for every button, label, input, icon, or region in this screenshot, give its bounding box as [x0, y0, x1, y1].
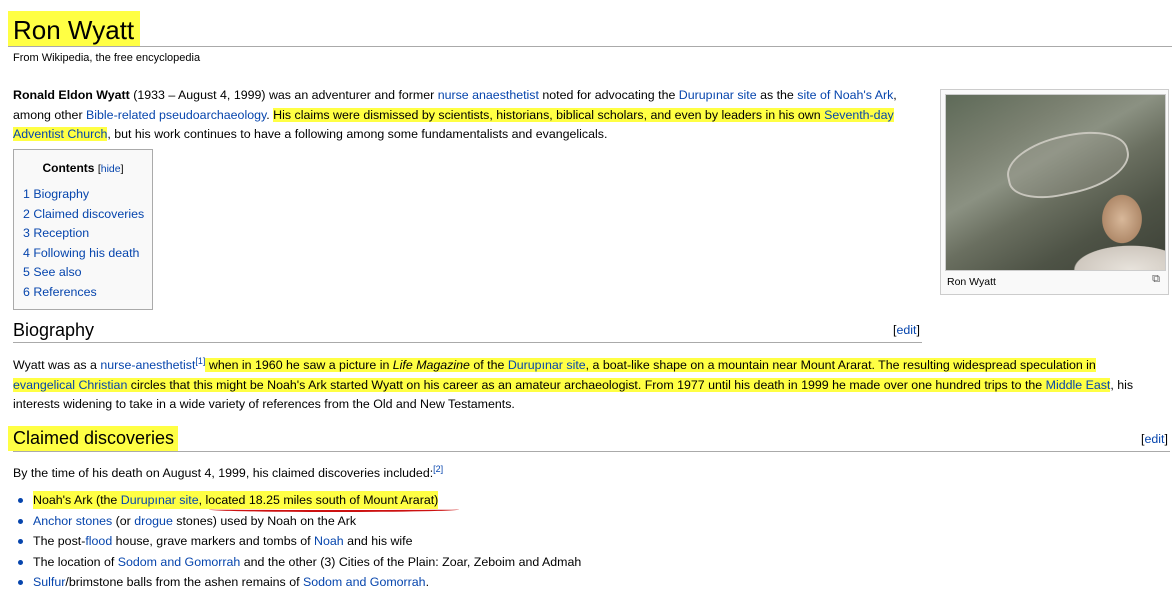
item-text: house, grave markers and tombs of: [112, 534, 315, 548]
toc-item-reception[interactable]: 3 Reception: [23, 226, 89, 240]
item-text: and his wife: [343, 534, 413, 548]
highlighted-text: circles that this might be Noah's Ark st…: [127, 377, 1046, 392]
toc-list: 1 Biography 2 Claimed discoveries 3 Rece…: [23, 185, 152, 302]
list-item: Sulfur/brimstone balls from the ashen re…: [13, 572, 581, 593]
toc-item-following-his-death[interactable]: 4 Following his death: [23, 246, 139, 260]
toc-item-see-also[interactable]: 5 See also: [23, 265, 82, 279]
link-pseudoarchaeology[interactable]: Bible-related pseudoarchaeology: [86, 108, 266, 122]
link-sulfur[interactable]: Sulfur: [33, 575, 65, 589]
highlighted-text: of the: [469, 358, 508, 372]
toc-hide-link[interactable]: hide: [101, 163, 121, 175]
lead-name: Ronald Eldon Wyatt: [13, 88, 130, 102]
item-text: and the other (3) Cities of the Plain: Z…: [240, 554, 582, 569]
link-sodom-and-gomorrah[interactable]: Sodom and Gomorrah: [118, 555, 241, 569]
link-durupinar-site-2[interactable]: Durupınar site: [507, 358, 586, 372]
link-evangelical-christian[interactable]: evangelical Christian: [13, 377, 128, 392]
link-durupinar-site-3[interactable]: Durupınar site: [121, 493, 199, 507]
ron-wyatt-photo[interactable]: [945, 94, 1166, 271]
red-underline-annotation: [209, 507, 459, 512]
item-text: /brimstone balls from the ashen remains …: [65, 575, 303, 589]
lead-text: , but his work continues to have a follo…: [107, 127, 608, 141]
link-flood[interactable]: flood: [85, 534, 112, 548]
thumbnail-caption: Ron Wyatt: [947, 276, 996, 288]
item-text: The post-: [33, 534, 86, 548]
life-magazine: Life Magazine: [392, 358, 470, 372]
toc-item-references[interactable]: 6 References: [23, 285, 97, 299]
biography-paragraph: Wyatt was as a nurse-anesthetist[1] when…: [13, 356, 1158, 415]
toc-title: Contents: [42, 161, 95, 175]
table-of-contents: Contents [hide] 1 Biography 2 Claimed di…: [13, 149, 153, 310]
link-drogue[interactable]: drogue: [134, 514, 173, 528]
list-item: The post-flood house, grave markers and …: [13, 531, 581, 552]
item-text: Noah's Ark (the: [33, 493, 121, 507]
edit-claimed-link[interactable]: edit: [1144, 432, 1164, 446]
link-anchor-stones[interactable]: Anchor stones: [33, 514, 112, 528]
claimed-divider: [13, 451, 1170, 452]
page-title: Ron Wyatt: [13, 15, 135, 45]
boat-formation-shape: [1001, 122, 1135, 207]
page-title-highlight: Ron Wyatt: [8, 11, 141, 47]
ref-2[interactable]: [2]: [433, 464, 443, 474]
infobox-thumbnail: Ron Wyatt ⧉: [940, 89, 1169, 295]
toc-item-claimed-discoveries[interactable]: 2 Claimed discoveries: [23, 207, 144, 221]
item-text: (or: [112, 513, 135, 528]
highlighted-text: , a boat-like shape on a mountain near M…: [585, 358, 1096, 372]
link-middle-east[interactable]: Middle East: [1045, 377, 1111, 392]
item-text: , located 18.25 miles south of Mount Ara…: [198, 493, 439, 507]
list-item: Anchor stones (or drogue stones) used by…: [13, 511, 581, 532]
edit-biography-link[interactable]: edit: [896, 323, 916, 337]
discoveries-list: Noah's Ark (the Durupınar site, located …: [13, 490, 581, 593]
toc-item-biography[interactable]: 1 Biography: [23, 187, 89, 201]
claimed-intro: By the time of his death on August 4, 19…: [13, 464, 443, 484]
title-divider: [8, 46, 1172, 47]
biography-divider: [13, 342, 922, 343]
list-item: The location of Sodom and Gomorrah and t…: [13, 552, 581, 573]
lead-text: noted for advocating the: [538, 88, 679, 102]
claimed-intro-text: By the time of his death on August 4, 19…: [13, 466, 434, 480]
magnify-icon[interactable]: ⧉: [1152, 273, 1160, 286]
link-durupinar-site[interactable]: Durupınar site: [679, 88, 757, 102]
link-sodom-and-gomorrah-2[interactable]: Sodom and Gomorrah: [303, 575, 426, 589]
ref-1[interactable]: [1]: [195, 356, 205, 366]
lead-text: (1933 – August 4, 1999) was an adventure…: [129, 88, 438, 102]
highlighted-text: His claims were dismissed by scientists,…: [273, 107, 825, 122]
section-heading-biography: Biography: [13, 320, 95, 340]
item-text: stones) used by Noah on the Ark: [172, 513, 357, 528]
link-nurse-anesthetist[interactable]: nurse-anesthetist: [100, 358, 195, 372]
lead-text: as the: [756, 88, 798, 102]
edit-claimed-discoveries[interactable]: [edit]: [1141, 432, 1168, 446]
edit-biography[interactable]: [edit]: [893, 323, 920, 337]
item-text: The location of: [33, 554, 118, 569]
section-heading-claimed-discoveries: Claimed discoveries: [8, 426, 179, 451]
link-nurse-anaesthetist[interactable]: nurse anaesthetist: [438, 88, 539, 102]
item-text: .: [425, 575, 430, 589]
link-site-of-noahs-ark[interactable]: site of Noah's Ark: [797, 88, 893, 102]
link-noah[interactable]: Noah: [314, 534, 344, 548]
toc-header: Contents [hide]: [14, 161, 152, 175]
page-subtitle: From Wikipedia, the free encyclopedia: [13, 52, 201, 64]
toc-hide-toggle[interactable]: [hide]: [98, 163, 124, 175]
highlighted-text: when in 1960 he saw a picture in: [205, 358, 393, 372]
lead-paragraph: Ronald Eldon Wyatt (1933 – August 4, 199…: [13, 86, 913, 145]
bio-text: Wyatt was as a: [13, 358, 101, 372]
